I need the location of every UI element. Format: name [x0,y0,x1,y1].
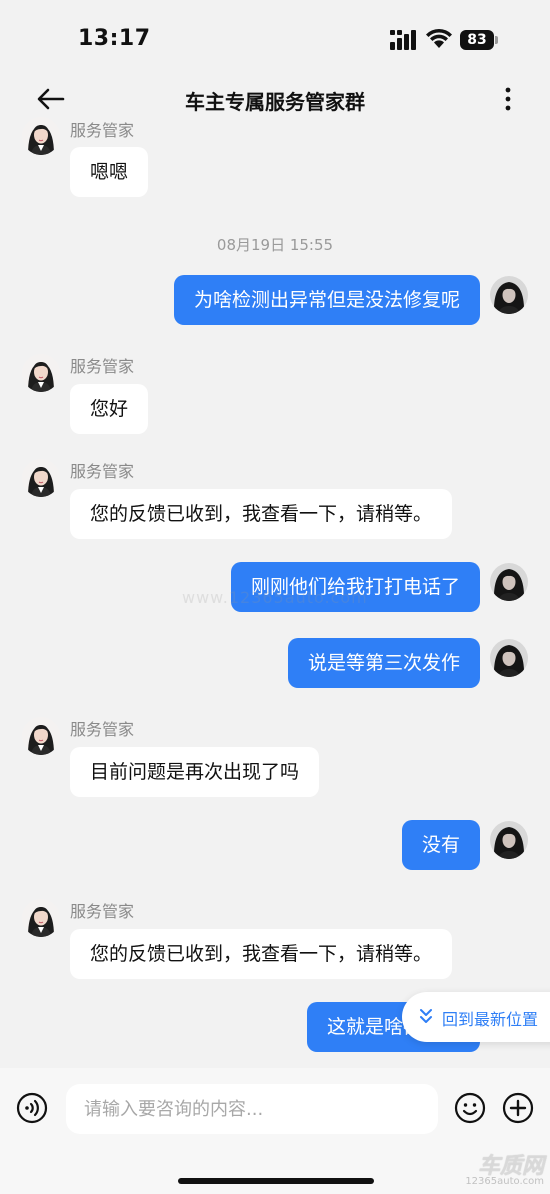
status-time: 13:17 [78,26,151,51]
voice-input-icon[interactable] [16,1092,48,1124]
sender-name: 服务管家 [70,462,135,481]
home-indicator [178,1178,374,1184]
double-chevron-down-icon [420,1009,432,1023]
status-bar: 13:17 83 [0,0,550,80]
message-bubble-in[interactable]: 您好 [70,384,149,434]
agent-avatar[interactable] [22,117,60,155]
cellular-signal-icon [390,30,416,50]
battery-icon: 83 [460,30,500,50]
message-bubble-out[interactable]: 没有 [401,820,480,870]
agent-avatar[interactable] [22,354,60,392]
watermark-text: www.12365auto.com [182,588,368,607]
message-timestamp: 08月19日 15:55 [216,236,334,254]
agent-avatar[interactable] [22,717,60,755]
battery-level: 83 [460,30,494,50]
watermark-logo: 车质网 12365auto.com [464,1144,550,1194]
message-bubble-in[interactable]: 嗯嗯 [70,147,149,197]
battery-tip [495,36,498,44]
jump-to-latest-button[interactable]: 回到最新位置 [402,992,550,1042]
chat-scroll-area[interactable]: 服务管家 嗯嗯 08月19日 15:55 为啥检测出异常但是没法修复呢 服务管家… [0,110,550,1068]
message-bubble-in[interactable]: 您的反馈已收到，我查看一下，请稍等。 [70,929,453,979]
plus-icon[interactable] [502,1092,534,1124]
emoji-icon[interactable] [454,1092,486,1124]
message-bubble-in[interactable]: 您的反馈已收到，我查看一下，请稍等。 [70,489,453,539]
user-avatar[interactable] [490,639,528,677]
user-avatar[interactable] [490,821,528,859]
agent-avatar[interactable] [22,899,60,937]
message-bubble-out[interactable]: 为啥检测出异常但是没法修复呢 [173,275,480,325]
sender-name: 服务管家 [70,121,135,140]
user-avatar[interactable] [490,276,528,314]
wifi-icon [426,28,452,48]
sender-name: 服务管家 [70,902,135,921]
sender-name: 服务管家 [70,357,135,376]
message-bubble-out[interactable]: 说是等第三次发作 [287,638,480,688]
watermark-logo-sub: 12365auto.com [465,1176,544,1187]
sender-name: 服务管家 [70,720,135,739]
user-avatar[interactable] [490,563,528,601]
jump-to-latest-label: 回到最新位置 [442,1010,539,1029]
agent-avatar[interactable] [22,459,60,497]
message-input[interactable] [66,1084,438,1134]
message-bubble-in[interactable]: 目前问题是再次出现了吗 [70,747,320,797]
